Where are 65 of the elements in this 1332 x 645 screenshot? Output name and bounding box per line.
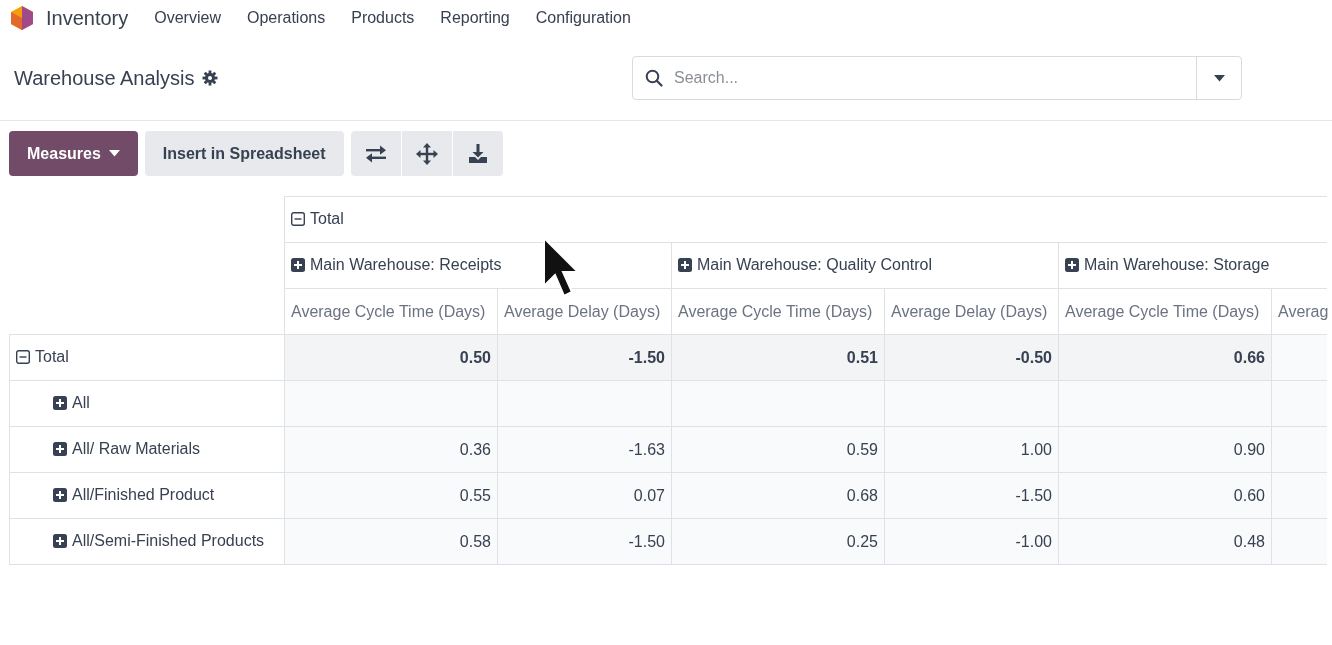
column-header[interactable]: Total [284,196,1327,243]
table-cell: 0.68 [671,472,885,519]
expand-icon [291,257,305,272]
table-cell: 0.60 [1058,472,1272,519]
page-title: Warehouse Analysis [14,66,195,90]
table-cell: 0.36 [284,426,498,473]
measure-header[interactable]: Average Cycle Time (Days) [671,288,885,335]
insert-in-spreadsheet-button[interactable]: Insert in Spreadsheet [144,131,344,176]
caret-icon [108,150,120,157]
table-cell: 0.51 [671,334,885,381]
row-header[interactable]: All/Finished Product [9,472,285,519]
column-header[interactable]: Main Warehouse: Quality Control [671,242,1059,289]
column-header[interactable]: Main Warehouse: Receipts [284,242,672,289]
menu-item[interactable]: Products [351,9,415,27]
table-cell: 0.07 [497,472,672,519]
expand-icon [1065,257,1079,272]
collapse-icon [291,211,305,226]
dropdown-caret-icon[interactable] [1213,74,1225,82]
four-way-arrows-icon [415,142,438,165]
expand-icon [53,487,67,502]
expand-icon [53,395,67,410]
table-cell: 0.25 [671,518,885,565]
expand-icon [678,257,692,272]
expand-icon [53,441,67,456]
measure-header[interactable]: Average Delay (Days) [884,288,1059,335]
expand-icon [53,533,67,548]
download-button[interactable] [452,131,503,176]
measure-header[interactable]: Average Delay (Days) [497,288,672,335]
table-cell: 1.00 [884,426,1059,473]
collapse-icon [16,349,30,364]
table-cell: -1.00 [884,518,1059,565]
table-cell: -1.63 [497,426,672,473]
table-cell: 0.59 [671,426,885,473]
menu-item[interactable]: Operations [246,9,326,27]
table-cell: 0.58 [284,518,498,565]
measure-header[interactable]: Average Cycle Time (Days) [1058,288,1272,335]
measure-header[interactable]: Averag [1271,288,1327,335]
table-cell: -0.50 [884,334,1059,381]
expand-all-button[interactable] [401,131,452,176]
table-cell: -1.50 [884,472,1059,519]
search-field[interactable]: Search... [672,68,1196,88]
app-name[interactable]: Inventory [46,6,129,30]
settings-icon[interactable] [202,70,219,86]
search-bar[interactable]: Search... [632,56,1242,100]
table-cell: 0.90 [1058,426,1272,473]
search-icon [645,69,663,87]
table-cell: 0.48 [1058,518,1272,565]
row-header[interactable]: Total [9,334,285,381]
table-cell: 0.50 [284,334,498,381]
flip-axis-button[interactable] [350,131,401,176]
download-icon [466,142,489,165]
menu-item[interactable]: Configuration [535,9,631,27]
menu-item[interactable]: Overview [154,9,221,27]
table-cell: 0.55 [284,472,498,519]
row-header[interactable]: All/Semi-Finished Products [9,518,285,565]
hexagon-logo-icon[interactable] [10,5,34,31]
measure-header[interactable]: Average Cycle Time (Days) [284,288,498,335]
row-header[interactable]: All [9,380,285,427]
table-cell: 0.66 [1058,334,1272,381]
table-cell: -1.50 [497,334,672,381]
menu-item[interactable]: Reporting [440,9,510,27]
table-cell: -1.50 [497,518,672,565]
measures-button[interactable]: Measures [9,131,138,176]
column-header[interactable]: Main Warehouse: Storage [1058,242,1327,289]
row-header[interactable]: All/ Raw Materials [9,426,285,473]
